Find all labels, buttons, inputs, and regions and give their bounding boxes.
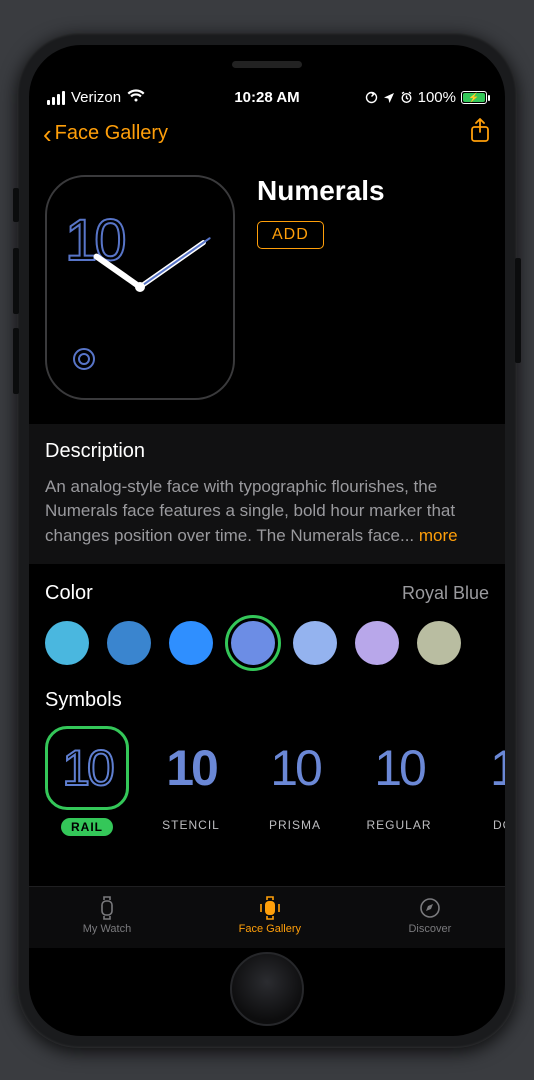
more-link[interactable]: more	[419, 526, 458, 545]
tab-discover[interactable]: Discover	[408, 896, 451, 935]
watchface-preview[interactable]: 10	[45, 175, 235, 400]
color-swatch-row	[45, 621, 489, 665]
tab-my-watch[interactable]: My Watch	[83, 896, 132, 935]
status-bar: Verizon 10:28 AM 100% ⚡	[29, 85, 505, 111]
tab-bar: My Watch Face Gallery Discover	[29, 886, 505, 948]
symbol-preview: 1	[461, 726, 505, 810]
carrier-label: Verizon	[71, 89, 121, 106]
clock-time: 10:28 AM	[234, 89, 299, 106]
back-button[interactable]: ‹ Face Gallery	[43, 121, 168, 147]
color-section-header: Color Royal Blue	[45, 582, 489, 605]
battery-icon: ⚡	[461, 91, 487, 104]
share-button[interactable]	[469, 118, 491, 149]
hero-section: 10 Numerals ADD	[45, 157, 489, 424]
symbol-option[interactable]: 10 PRISMA	[253, 726, 337, 832]
power-button	[515, 258, 521, 363]
screen: Verizon 10:28 AM 100% ⚡	[29, 45, 505, 1036]
symbol-preview: 10	[357, 726, 441, 810]
volume-up-button	[13, 248, 19, 314]
description-section: Description An analog-style face with ty…	[29, 424, 505, 565]
symbol-label: RAIL	[61, 818, 113, 836]
symbol-option[interactable]: 10 STENCIL	[149, 726, 233, 832]
symbol-preview: 10	[45, 726, 129, 810]
color-swatch[interactable]	[293, 621, 337, 665]
tab-face-gallery[interactable]: Face Gallery	[239, 896, 301, 935]
color-swatch[interactable]	[417, 621, 461, 665]
earpiece-speaker	[232, 61, 302, 68]
symbol-preview: 10	[253, 726, 337, 810]
color-swatch[interactable]	[45, 621, 89, 665]
chevron-left-icon: ‹	[43, 121, 52, 147]
symbol-label: STENCIL	[162, 818, 220, 832]
orientation-lock-icon	[365, 91, 378, 104]
phone-frame: Verizon 10:28 AM 100% ⚡	[17, 33, 517, 1048]
color-heading: Color	[45, 582, 93, 605]
main-content: 10 Numerals ADD Description	[29, 157, 505, 886]
color-swatch[interactable]	[355, 621, 399, 665]
watch-icon	[94, 896, 120, 920]
symbols-row: 10RAIL10STENCIL10PRISMA10REGULAR1DO	[45, 726, 489, 836]
gallery-icon	[257, 896, 283, 920]
add-button[interactable]: ADD	[257, 221, 324, 249]
color-swatch[interactable]	[169, 621, 213, 665]
symbol-label: PRISMA	[269, 818, 321, 832]
complication-icon	[73, 348, 95, 370]
back-label: Face Gallery	[55, 122, 168, 145]
face-title: Numerals	[257, 175, 385, 207]
symbols-heading: Symbols	[45, 689, 489, 712]
nav-bar: ‹ Face Gallery	[29, 111, 505, 157]
alarm-icon	[400, 91, 413, 104]
volume-down-button	[13, 328, 19, 394]
home-button[interactable]	[230, 952, 304, 1026]
location-icon	[383, 92, 395, 104]
mute-switch	[13, 188, 19, 222]
compass-icon	[417, 896, 443, 920]
color-swatch[interactable]	[231, 621, 275, 665]
symbol-label: DO	[493, 818, 505, 832]
symbol-option[interactable]: 10 RAIL	[45, 726, 129, 836]
wifi-icon	[127, 89, 145, 107]
battery-percent: 100%	[418, 89, 456, 106]
tab-label: Face Gallery	[239, 923, 301, 935]
description-heading: Description	[45, 440, 489, 463]
color-selected-name: Royal Blue	[402, 583, 489, 604]
tab-label: My Watch	[83, 923, 132, 935]
symbol-label: REGULAR	[366, 818, 431, 832]
share-icon	[469, 118, 491, 144]
cell-signal-icon	[47, 91, 65, 105]
symbol-option[interactable]: 1 DO	[461, 726, 505, 832]
description-text: An analog-style face with typographic fl…	[45, 475, 489, 549]
speaker-strip	[29, 45, 505, 85]
symbol-preview: 10	[149, 726, 233, 810]
tab-label: Discover	[408, 923, 451, 935]
color-swatch[interactable]	[107, 621, 151, 665]
symbol-option[interactable]: 10 REGULAR	[357, 726, 441, 832]
